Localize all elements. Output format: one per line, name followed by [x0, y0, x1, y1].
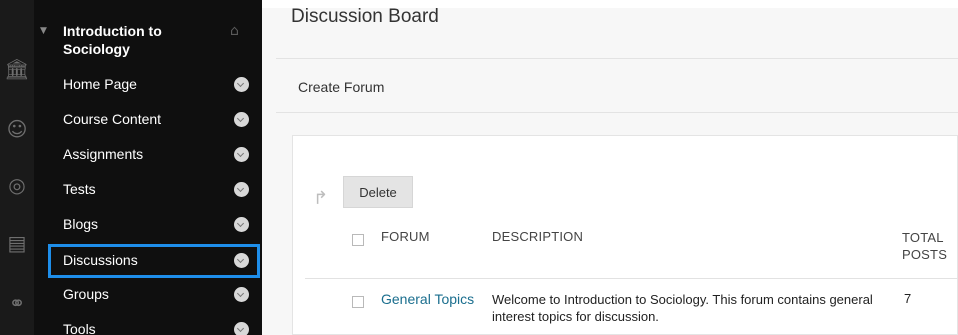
- delete-button[interactable]: Delete: [343, 176, 413, 208]
- menu-item-discussions[interactable]: Discussions: [34, 244, 262, 278]
- forum-description: Welcome to Introduction to Sociology. Th…: [492, 292, 873, 324]
- chevron-menu-icon[interactable]: [234, 182, 249, 197]
- menu-item-label: Tests: [63, 181, 96, 197]
- forum-total-posts: 7: [904, 291, 912, 306]
- menu-item-tools[interactable]: Tools: [34, 313, 262, 335]
- menu-item-label: Home Page: [63, 76, 137, 92]
- menu-item-assignments[interactable]: Assignments: [34, 138, 262, 172]
- menu-item-label: Blogs: [63, 216, 99, 232]
- page-title: Discussion Board: [291, 6, 439, 27]
- course-menu: ▼ Introduction to Sociology ⌂ Home Page …: [34, 0, 262, 335]
- course-title[interactable]: Introduction to Sociology: [63, 22, 193, 58]
- menu-item-groups[interactable]: Groups: [34, 278, 262, 312]
- globe-icon[interactable]: ◎: [4, 172, 30, 198]
- calendar-icon[interactable]: ▤: [4, 230, 30, 256]
- icon-rail: 🏛︎ ☺ ◎ ▤ ⚭: [0, 0, 34, 335]
- chevron-menu-icon[interactable]: [234, 147, 249, 162]
- menu-item-tests[interactable]: Tests: [34, 173, 262, 207]
- chevron-menu-icon[interactable]: [234, 77, 249, 92]
- menu-item-course-content[interactable]: Course Content: [34, 103, 262, 137]
- chevron-menu-icon[interactable]: [234, 217, 249, 232]
- chevron-menu-icon[interactable]: [234, 253, 249, 268]
- return-arrow-icon: ↱: [313, 188, 329, 209]
- menu-item-label: Course Content: [63, 111, 162, 127]
- menu-item-home-page[interactable]: Home Page: [34, 68, 262, 102]
- forum-list-panel: ↱ Delete FORUM DESCRIPTION TOTAL POSTS G…: [292, 135, 958, 335]
- column-header-total-posts[interactable]: TOTAL POSTS: [902, 229, 947, 263]
- app-window: 🏛︎ ☺ ◎ ▤ ⚭ ▼ Introduction to Sociology ⌂…: [0, 0, 958, 335]
- column-header-forum[interactable]: FORUM: [381, 229, 430, 244]
- institution-icon[interactable]: 🏛︎: [4, 56, 30, 82]
- home-icon[interactable]: ⌂: [230, 23, 239, 39]
- menu-item-label: Tools: [63, 321, 96, 335]
- menu-item-blogs[interactable]: Blogs: [34, 208, 262, 242]
- chevron-menu-icon[interactable]: [234, 322, 249, 335]
- column-header-description[interactable]: DESCRIPTION: [492, 229, 583, 244]
- row-checkbox[interactable]: [352, 296, 364, 308]
- menu-item-label: Discussions: [63, 252, 138, 268]
- select-all-checkbox[interactable]: [352, 234, 364, 246]
- menu-item-label: Assignments: [63, 146, 144, 162]
- chevron-down-icon[interactable]: ▼: [40, 26, 47, 36]
- create-forum-button[interactable]: Create Forum: [298, 79, 384, 95]
- chevron-menu-icon[interactable]: [234, 287, 249, 302]
- chevron-menu-icon[interactable]: [234, 112, 249, 127]
- divider: [276, 112, 958, 113]
- row-divider: [305, 278, 958, 279]
- forum-link[interactable]: General Topics: [381, 291, 474, 307]
- users-icon[interactable]: ⚭: [4, 290, 30, 316]
- user-icon[interactable]: ☺: [4, 116, 30, 142]
- course-header: ▼ Introduction to Sociology ⌂: [34, 14, 262, 64]
- menu-item-label: Groups: [63, 286, 109, 302]
- divider: [276, 58, 958, 59]
- main-content: Discussion Board Create Forum ↱ Delete F…: [262, 0, 958, 335]
